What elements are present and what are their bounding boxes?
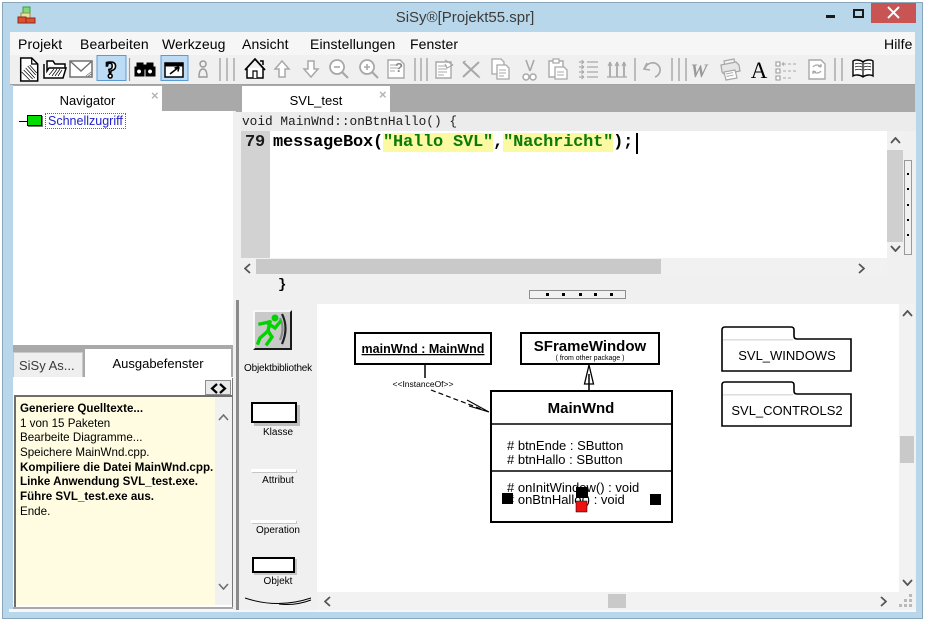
svg-text:?: ?	[395, 60, 403, 75]
svg-text:SVL_CONTROLS2: SVL_CONTROLS2	[731, 403, 842, 418]
svg-text:<<InstanceOf>>: <<InstanceOf>>	[393, 379, 454, 389]
svg-text:SFrameWindow: SFrameWindow	[534, 338, 647, 355]
svg-text:A: A	[751, 58, 768, 83]
svg-text:# btnHallo : SButton: # btnHallo : SButton	[507, 452, 623, 467]
svg-text:SVL_WINDOWS: SVL_WINDOWS	[738, 348, 836, 363]
svg-text:# onBtnHallo() : void: # onBtnHallo() : void	[507, 492, 625, 507]
svg-text:W: W	[691, 61, 709, 82]
svg-text:# btnEnde : SButton: # btnEnde : SButton	[507, 438, 623, 453]
svg-text:mainWnd : MainWnd: mainWnd : MainWnd	[362, 342, 485, 356]
svg-text:MainWnd: MainWnd	[548, 400, 615, 417]
svg-text:( from other package ): ( from other package )	[556, 355, 625, 362]
svg-text:?: ?	[105, 58, 117, 84]
